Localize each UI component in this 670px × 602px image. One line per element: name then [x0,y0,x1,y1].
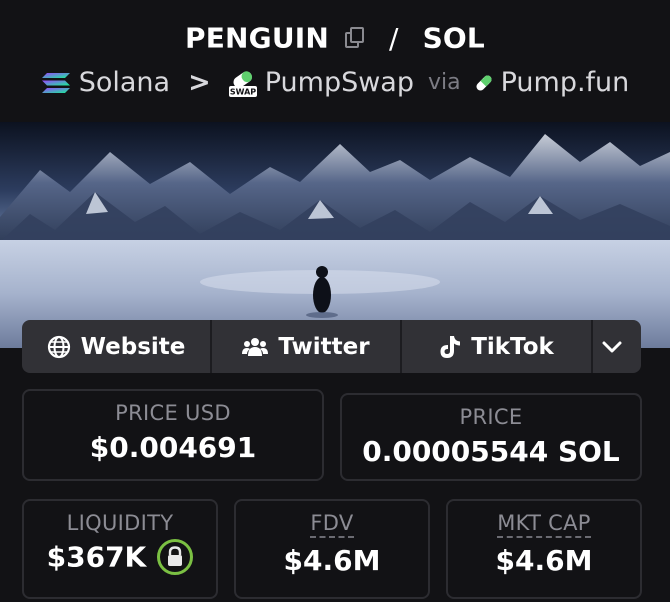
pair-separator: / [388,21,399,55]
dex-name[interactable]: PumpSwap [265,67,414,98]
twitter-label: Twitter [278,333,370,360]
website-label: Website [80,333,186,360]
copy-icon[interactable] [343,27,365,49]
price-sol-label: PRICE [459,405,523,429]
globe-icon [47,335,70,358]
lock-icon[interactable] [157,539,194,575]
via-label: via [427,70,461,95]
market-cap-card: MKT CAP $4.6M [446,499,642,599]
market-cap-value: $4.6M [495,544,593,577]
liquidity-label: LIQUIDITY [66,511,174,535]
banner-landscape [0,122,670,348]
liquidity-card: LIQUIDITY $367K [22,499,218,599]
tiktok-button[interactable]: TikTok [402,320,593,373]
price-usd-label: PRICE USD [115,401,231,425]
price-usd-value: $0.004691 [89,431,257,464]
chevron-down-icon [602,341,622,352]
twitter-button[interactable]: Twitter [212,320,402,373]
market-cap-label[interactable]: MKT CAP [497,511,591,538]
tiktok-label: TikTok [471,333,554,360]
price-sol-card: PRICE 0.00005544 SOL [340,393,642,481]
token-symbol: PENGUIN [185,21,330,55]
price-usd-card: PRICE USD $0.004691 [22,389,324,481]
solana-icon [41,72,70,93]
token-banner [0,122,670,348]
users-icon [242,337,269,356]
fdv-value: $4.6M [283,544,381,577]
chevron-right-icon: > [188,67,211,98]
pill-icon [476,74,492,91]
chain-breadcrumb: Solana > SWAP PumpSwap via Pump.fun [0,66,670,98]
more-socials-button[interactable] [593,320,641,373]
pair-header: PENGUIN / SOL Solana > SWAP PumpSwap via… [0,0,670,122]
liquidity-value: $367K [46,540,147,574]
chain-name[interactable]: Solana [79,67,170,98]
tiktok-icon [440,335,461,358]
quote-symbol: SOL [422,21,485,55]
pumpswap-icon: SWAP [227,68,259,98]
price-sol-value: 0.00005544 SOL [362,435,620,468]
pair-title: PENGUIN / SOL [0,20,670,55]
swap-badge-text: SWAP [230,87,256,96]
fdv-label[interactable]: FDV [310,511,354,538]
social-links-bar: Website Twitter TikTok [22,320,641,373]
launchpad-name[interactable]: Pump.fun [501,67,630,98]
fdv-card: FDV $4.6M [234,499,430,599]
website-button[interactable]: Website [22,320,212,373]
